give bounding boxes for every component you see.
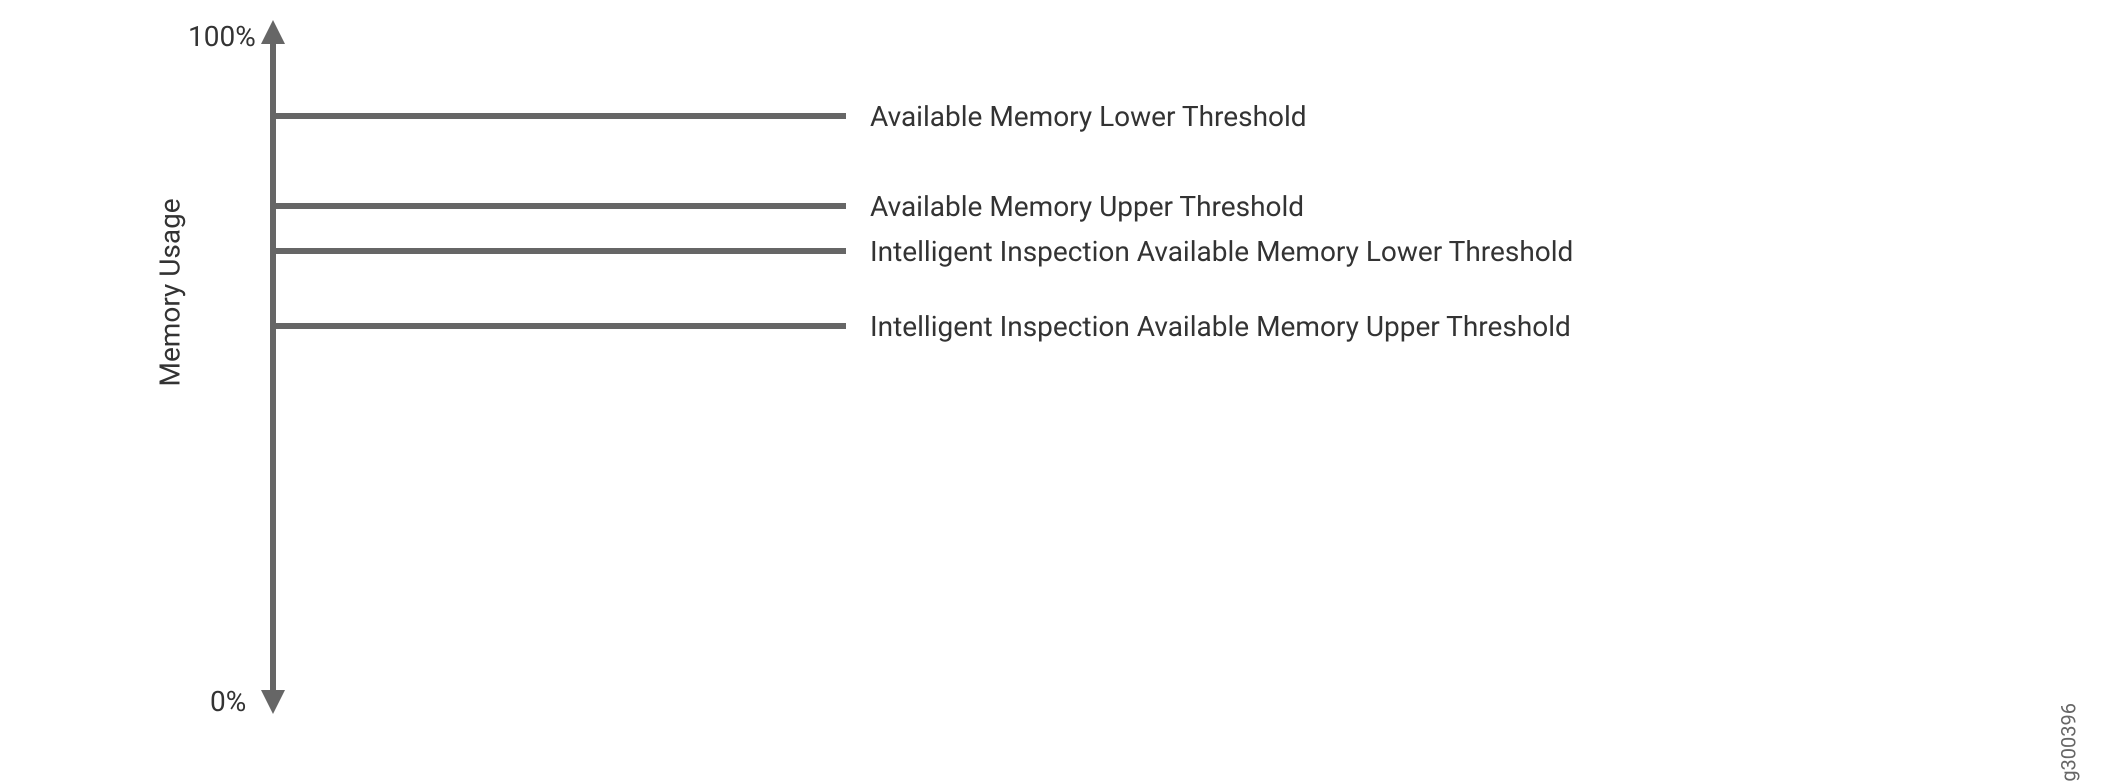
arrow-down-icon [261, 690, 285, 714]
threshold-line-4 [276, 323, 846, 329]
threshold-line-2 [276, 203, 846, 209]
image-id-label: g300396 [2057, 703, 2081, 782]
threshold-label-2: Available Memory Upper Threshold [870, 190, 1304, 223]
threshold-line-3 [276, 248, 846, 254]
y-axis-label: Memory Usage [154, 198, 187, 386]
axis-max-label: 100% [188, 20, 256, 53]
axis-min-label: 0% [210, 685, 246, 718]
y-axis-line [270, 35, 276, 695]
threshold-line-1 [276, 113, 846, 119]
threshold-label-4: Intelligent Inspection Available Memory … [870, 310, 1571, 343]
threshold-label-1: Available Memory Lower Threshold [870, 100, 1307, 133]
memory-threshold-diagram: Memory Usage 100% 0% Available Memory Lo… [180, 20, 1980, 720]
threshold-label-3: Intelligent Inspection Available Memory … [870, 235, 1573, 268]
